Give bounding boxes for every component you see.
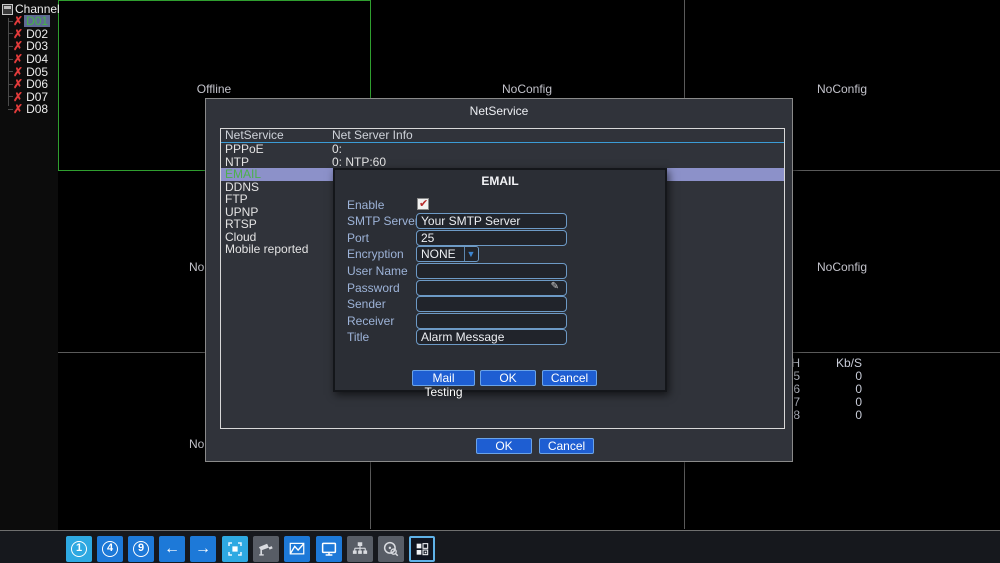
netservice-ok-button[interactable]: OK (476, 438, 532, 454)
channel-list: ✗ D01 ✗ D02 ✗ D03 ✗ D04 ✗ D05 ✗ D06 ✗ D07 ✗ D08 (0, 15, 58, 116)
color-setting-button[interactable] (284, 536, 310, 562)
netservice-table-header: NetService Net Server Info (221, 129, 784, 143)
channel-item-d08[interactable]: ✗ D08 (0, 103, 58, 116)
mail-testing-button[interactable]: Mail Testing (412, 370, 475, 399)
smtp-server-label: SMTP Server (347, 214, 419, 228)
email-dialog: EMAIL Enable ✔ SMTP Server Port Encrypti… (333, 168, 667, 399)
service-row-ntp[interactable]: NTP 0: NTP:60 (221, 155, 784, 169)
username-label: User Name (347, 264, 408, 278)
stop-icon (228, 542, 242, 556)
window-icon (2, 3, 13, 15)
single-view-button[interactable]: 1 (66, 536, 92, 562)
port-label: Port (347, 231, 370, 245)
chevron-down-icon: ▼ (464, 247, 477, 261)
prev-arrow-icon: ← (164, 540, 180, 557)
quad-view-icon: 4 (102, 541, 118, 557)
encryption-label: Encryption (347, 247, 404, 261)
title-label: Title (347, 330, 370, 344)
receiver-input[interactable] (416, 313, 567, 329)
disconnected-x-icon: ✗ (13, 64, 24, 79)
network-icon (352, 542, 368, 554)
dvr-screen: Offline NoConfig NoConfig NoConfig NoCon… (0, 0, 1000, 563)
ptz-control-button[interactable] (253, 536, 279, 562)
next-arrow-icon: → (195, 540, 211, 557)
channel-item-d04[interactable]: ✗ D04 (0, 53, 58, 66)
chart-icon (289, 542, 305, 555)
ptz-camera-icon (258, 543, 273, 556)
previous-channel-button[interactable]: ← (159, 536, 185, 562)
output-adjust-button[interactable] (316, 536, 342, 562)
email-ok-button[interactable]: OK (480, 370, 536, 386)
disconnected-x-icon: ✗ (13, 52, 24, 67)
disconnected-x-icon: ✗ (13, 102, 24, 117)
multi-pip-button[interactable] (409, 536, 435, 562)
enable-label: Enable (347, 198, 385, 212)
video-cell-status: NoConfig (816, 82, 868, 96)
channel-item-d01[interactable]: ✗ D01 (0, 15, 58, 28)
netservice-cancel-button[interactable]: Cancel (539, 438, 594, 454)
network-button[interactable] (347, 536, 373, 562)
encryption-selected-value: NONE (421, 247, 456, 261)
monitor-icon (321, 542, 337, 556)
disconnected-x-icon: ✗ (13, 26, 24, 41)
receiver-label: Receiver (347, 314, 395, 328)
port-input[interactable] (416, 230, 567, 246)
sender-label: Sender (347, 297, 386, 311)
pen-icon[interactable]: ✎ (551, 281, 559, 292)
channel-item-d03[interactable]: ✗ D03 (0, 40, 58, 53)
channel-item-d05[interactable]: ✗ D05 (0, 65, 58, 78)
quad-view-button[interactable]: 4 (97, 536, 123, 562)
password-input[interactable] (416, 280, 567, 296)
encryption-dropdown[interactable]: NONE ▼ (416, 246, 479, 262)
email-dialog-title: EMAIL (481, 174, 519, 188)
nine-view-icon: 9 (133, 541, 149, 557)
service-row-pppoe[interactable]: PPPoE 0: (221, 143, 784, 156)
title-input[interactable] (416, 329, 567, 345)
disconnected-x-icon: ✗ (13, 77, 24, 92)
next-channel-button[interactable]: → (190, 536, 216, 562)
column-header-netserverinfo: Net Server Info (332, 128, 413, 142)
storage-search-button[interactable] (378, 536, 404, 562)
username-input[interactable] (416, 263, 567, 279)
smtp-server-input[interactable] (416, 213, 567, 229)
sender-input[interactable] (416, 296, 567, 312)
disconnected-x-icon: ✗ (13, 89, 24, 104)
check-icon: ✔ (419, 198, 429, 210)
channel-sidebar: Channel ✗ D01 ✗ D02 ✗ D03 ✗ D04 ✗ D05 ✗ D06 (0, 0, 60, 530)
multi-pip-icon (416, 543, 429, 556)
column-header-netservice: NetService (225, 128, 284, 142)
channel-item-d07[interactable]: ✗ D07 (0, 91, 58, 104)
video-cell-status: NoConfig (501, 82, 553, 96)
bottom-toolbar: 1 4 9 ← → (0, 530, 1000, 563)
disconnected-x-icon: ✗ (13, 39, 24, 54)
password-label: Password (347, 281, 400, 295)
enable-checkbox[interactable]: ✔ (417, 198, 429, 210)
channel-item-d02[interactable]: ✗ D02 (0, 28, 58, 41)
disk-search-icon (383, 541, 399, 557)
channel-item-d06[interactable]: ✗ D06 (0, 78, 58, 91)
nine-view-button[interactable]: 9 (128, 536, 154, 562)
video-cell-status: Offline (196, 82, 232, 96)
stop-tour-button[interactable] (222, 536, 248, 562)
disconnected-x-icon: ✗ (13, 14, 24, 29)
single-view-icon: 1 (71, 541, 87, 557)
email-cancel-button[interactable]: Cancel (542, 370, 597, 386)
netservice-dialog-title: NetService (469, 104, 529, 118)
